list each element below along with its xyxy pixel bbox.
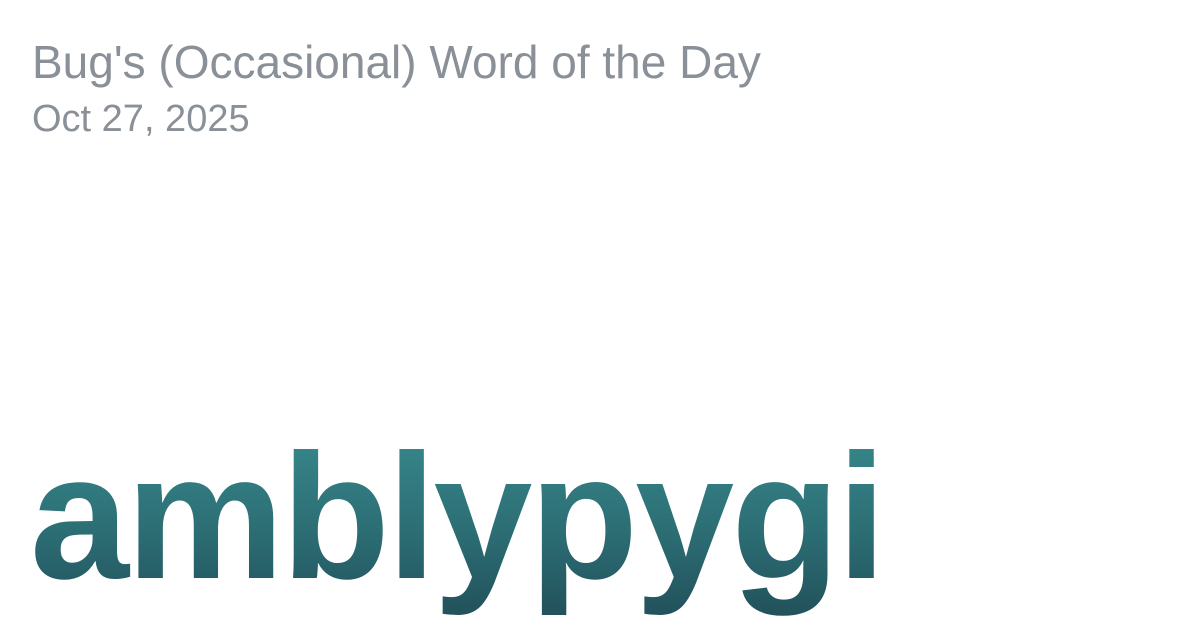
og-card: Bug's (Occasional) Word of the Day Oct 2… (0, 0, 1200, 630)
featured-word: amblypygi (30, 415, 886, 620)
post-date: Oct 27, 2025 (32, 98, 250, 140)
site-title: Bug's (Occasional) Word of the Day (32, 36, 761, 88)
